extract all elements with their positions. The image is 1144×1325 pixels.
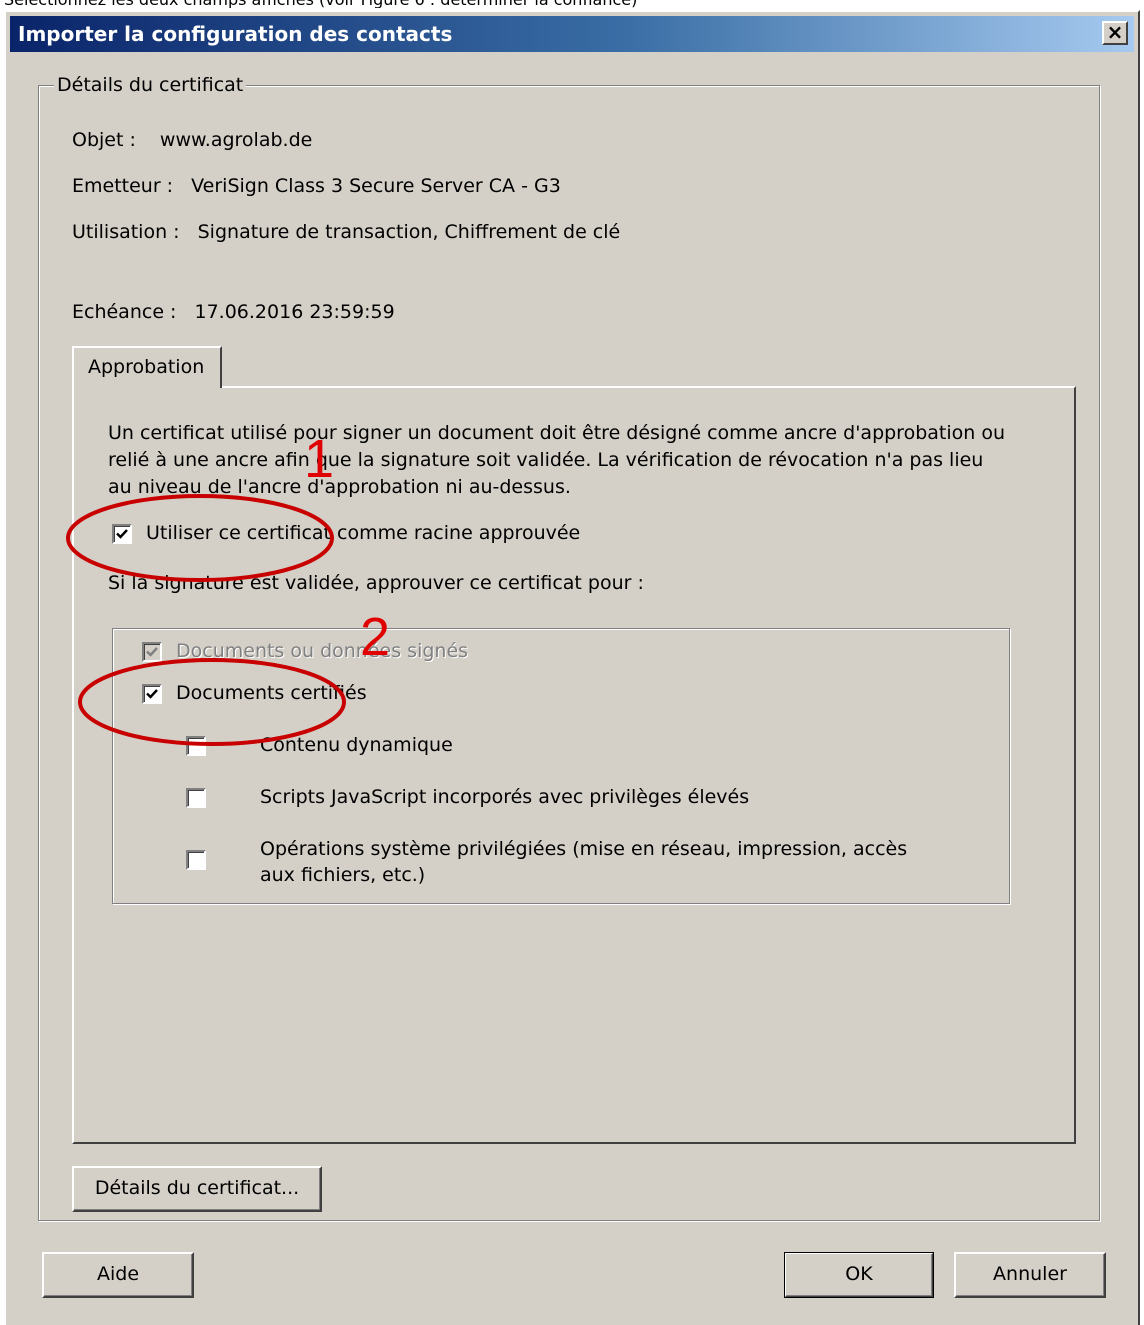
usage-label: Utilisation : [72,221,180,243]
close-button[interactable]: × [1102,21,1128,45]
title-bar[interactable]: Importer la configuration des contacts × [10,16,1134,52]
system-operations-label-line: aux fichiers, etc.) [260,864,426,886]
issuer-label: Emetteur : [72,175,174,197]
trust-description-line: relié à une ancre afin que la signature … [108,449,984,471]
ok-button[interactable]: OK [784,1252,934,1298]
tab-approbation[interactable]: Approbation [72,346,222,388]
annotation-marker-2: 2 [360,607,391,667]
usage-row: Utilisation : Signature de transaction, … [72,221,620,243]
certificate-details-button[interactable]: Détails du certificat... [72,1166,322,1212]
annotation-ellipse-1 [66,494,334,582]
system-operations-label-line: Opérations système privilégiées (mise en… [260,838,908,860]
annotation-ellipse-2 [78,658,346,746]
top-caption: Sélectionnez les deux champs affichés (v… [4,0,637,8]
system-operations-checkbox[interactable] [186,850,206,870]
subject-value: www.agrolab.de [159,129,313,151]
usage-value: Signature de transaction, Chiffrement de… [197,221,621,243]
system-operations-label[interactable]: Opérations système privilégiées (mise en… [260,836,907,888]
javascript-privileges-label[interactable]: Scripts JavaScript incorporés avec privi… [260,786,749,808]
tab-approbation-label: Approbation [88,356,205,378]
annotation-marker-1: 1 [304,429,335,489]
trust-description-line: Un certificat utilisé pour signer un doc… [108,422,1006,444]
subject-label: Objet : [72,129,136,151]
cancel-button[interactable]: Annuler [954,1252,1106,1298]
close-icon: × [1106,20,1124,44]
javascript-privileges-checkbox[interactable] [186,788,206,808]
expiry-value: 17.06.2016 23:59:59 [194,301,395,323]
certificate-details-legend: Détails du certificat [54,74,247,96]
help-button[interactable]: Aide [42,1252,194,1298]
expiry-label: Echéance : [72,301,177,323]
issuer-value: VeriSign Class 3 Secure Server CA - G3 [191,175,561,197]
dialog-title: Importer la configuration des contacts [18,22,453,46]
issuer-row: Emetteur : VeriSign Class 3 Secure Serve… [72,175,561,197]
subject-row: Objet : www.agrolab.de [72,129,312,151]
expiry-row: Echéance : 17.06.2016 23:59:59 [72,301,395,323]
